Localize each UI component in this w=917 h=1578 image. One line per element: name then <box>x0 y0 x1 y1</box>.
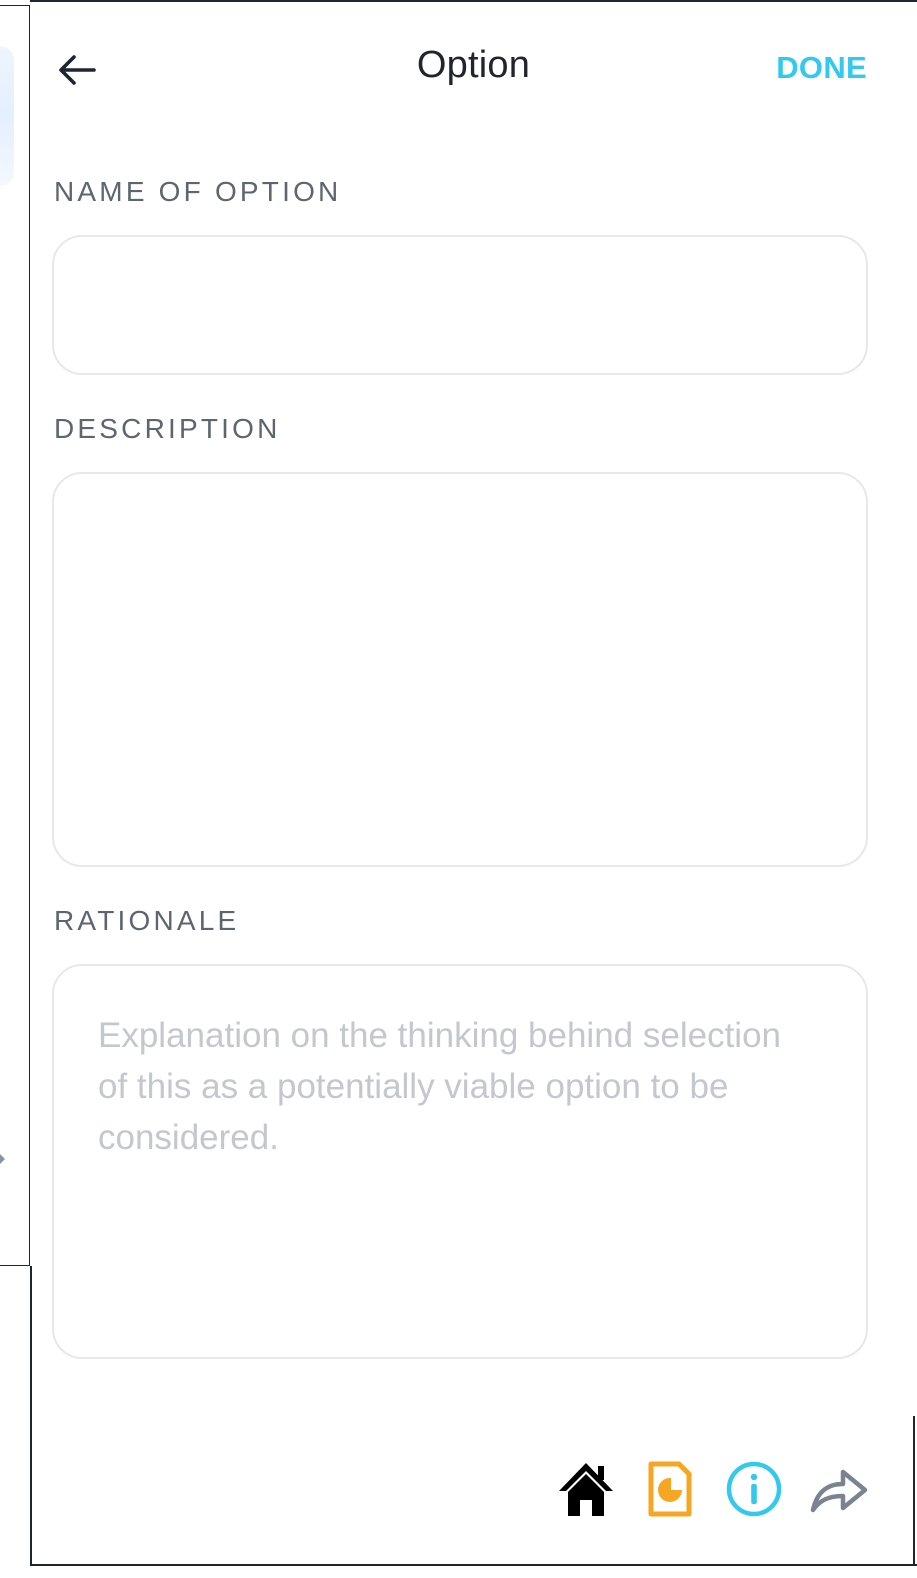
home-button[interactable] <box>555 1458 617 1520</box>
sheet-bottom-border <box>30 1564 917 1566</box>
option-editor-sheet: Option DONE NAME OF OPTION DESCRIPTION R… <box>30 0 917 1578</box>
share-icon <box>810 1469 868 1513</box>
report-icon <box>648 1461 692 1517</box>
share-button[interactable] <box>807 1458 869 1520</box>
done-button[interactable]: DONE <box>776 50 867 86</box>
name-of-option-label: NAME OF OPTION <box>54 176 342 207</box>
report-button[interactable] <box>639 1458 701 1520</box>
background-screen-edge <box>0 5 30 1266</box>
sheet-left-border <box>30 1266 32 1566</box>
top-app-bar: Option DONE <box>30 30 917 110</box>
rationale-label: RATIONALE <box>54 905 240 936</box>
description-textarea[interactable] <box>52 472 868 867</box>
home-icon <box>559 1463 613 1516</box>
sheet-top-border <box>30 0 917 2</box>
info-button[interactable] <box>723 1458 785 1520</box>
name-of-option-input[interactable] <box>52 235 868 375</box>
background-card-glow <box>0 46 14 186</box>
background-chevron-icon <box>0 1154 5 1164</box>
description-label: DESCRIPTION <box>54 413 281 444</box>
rationale-textarea[interactable]: Explanation on the thinking behind selec… <box>52 964 868 1359</box>
info-icon <box>726 1461 782 1517</box>
rationale-placeholder: Explanation on the thinking behind selec… <box>98 1016 781 1157</box>
sheet-right-border <box>913 1416 915 1566</box>
bottom-toolbar <box>555 1457 869 1521</box>
